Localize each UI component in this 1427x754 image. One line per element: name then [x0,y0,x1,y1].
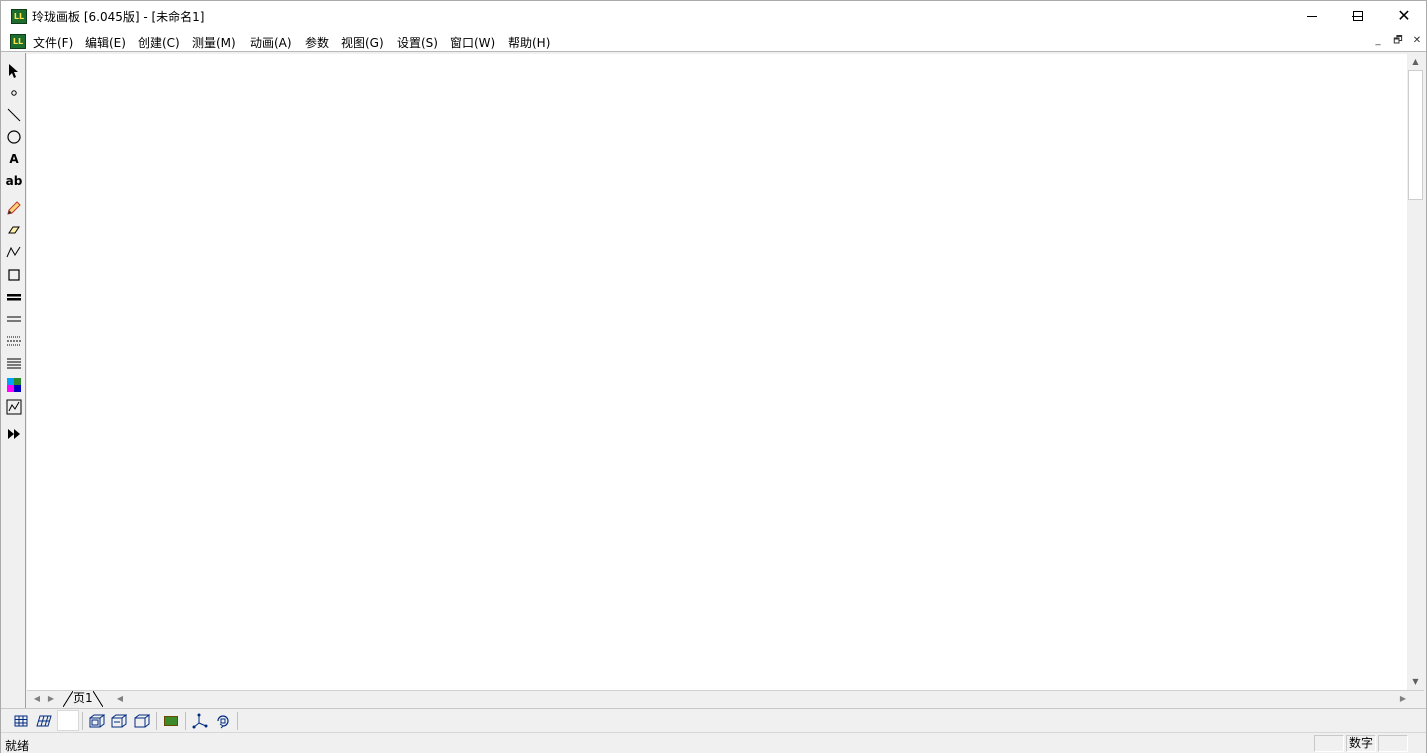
menu-help[interactable]: 帮助(H) [508,34,550,51]
line-icon[interactable] [3,105,25,125]
drawing-canvas[interactable] [27,54,1407,690]
horizontal-scrollbar[interactable] [127,692,1397,706]
multi-line-icon[interactable] [3,353,25,373]
status-pane-num: 数字 [1346,735,1376,752]
menu-bar: LL 文件(F) 编辑(E) 创建(C) 测量(M) 动画(A) 参数 视图(G… [1,31,1426,52]
toolbar-separator [185,712,186,730]
rectangle-icon[interactable] [3,265,25,285]
cube-outline-icon[interactable] [131,711,153,731]
circle-icon[interactable] [3,127,25,147]
dotted-line-icon[interactable] [3,331,25,351]
maximize-button[interactable] [1335,1,1381,31]
title-bar[interactable]: LL 玲珑画板 [6.045版] - [未命名1] [1,1,1426,31]
toolbar-separator [156,712,157,730]
scroll-down-icon[interactable]: ▼ [1407,674,1424,690]
vertical-scroll-thumb[interactable] [1408,70,1423,200]
menu-animate[interactable]: 动画(A) [250,34,292,51]
window-title: 玲珑画板 [6.045版] - [未命名1] [32,10,205,24]
vertical-scrollbar[interactable]: ▲ ▼ [1407,54,1424,690]
app-logo-icon: LL [11,9,27,24]
eraser-icon[interactable] [3,220,25,240]
minimize-button[interactable] [1289,1,1335,31]
close-button[interactable]: ✕ [1381,1,1427,31]
tool-palette: A ab [1,53,26,730]
color-palette-icon[interactable] [3,375,25,395]
mdi-minimize-button[interactable]: _ [1370,34,1386,48]
bottom-toolbar [1,708,1426,732]
parallelogram-grid-icon[interactable] [33,711,55,731]
thin-line-icon[interactable] [3,309,25,329]
menu-file[interactable]: 文件(F) [33,34,73,51]
cube-front-icon[interactable] [86,711,108,731]
axes-3d-icon[interactable] [189,711,211,731]
point-icon[interactable] [3,83,25,103]
app-window: LL 玲珑画板 [6.045版] - [未命名1] ✕ LL 文件(F) 编辑(… [0,0,1427,753]
tab-next-icon[interactable]: ▶ [45,692,57,706]
tab-page-1[interactable]: 页1 [63,691,103,707]
page-tab-bar: ◀ ▶ 页1 ◀ ▶ [27,690,1424,707]
maximize-icon [1353,11,1363,21]
scroll-left-icon[interactable]: ◀ [114,692,126,706]
status-bar: 就绪 数字 [1,732,1426,753]
graph-icon[interactable] [3,397,25,417]
mdi-restore-button[interactable]: 🗗 [1390,34,1406,48]
menu-window[interactable]: 窗口(W) [450,34,495,51]
cube-side-icon[interactable] [108,711,130,731]
toolbar-separator [237,712,238,730]
blank-button[interactable] [57,710,79,731]
menu-create[interactable]: 创建(C) [138,34,180,51]
fast-forward-icon[interactable] [3,424,25,444]
scroll-up-icon[interactable]: ▲ [1407,54,1424,70]
close-icon: ✕ [1397,6,1411,25]
menu-edit[interactable]: 编辑(E) [85,34,126,51]
document-icon[interactable]: LL [10,34,26,49]
text-ab-icon[interactable]: ab [3,171,25,191]
mdi-close-button[interactable]: ✕ [1409,34,1425,48]
freehand-curve-icon[interactable] [3,242,25,262]
menu-view[interactable]: 视图(G) [341,34,384,51]
select-arrow-icon[interactable] [3,61,25,81]
thick-line-icon[interactable] [3,287,25,307]
green-rect-icon[interactable] [160,711,182,731]
menu-params[interactable]: 参数 [305,34,329,51]
tab-first-icon[interactable]: ◀ [31,692,43,706]
menu-measure[interactable]: 测量(M) [192,34,236,51]
status-message: 就绪 [5,739,30,753]
scroll-right-icon[interactable]: ▶ [1397,692,1409,706]
pencil-icon[interactable] [3,198,25,218]
rotate-3d-icon[interactable] [212,711,234,731]
status-pane-caps [1314,735,1344,752]
text-A-icon[interactable]: A [3,149,25,169]
minimize-icon [1307,15,1317,17]
status-pane-scroll [1378,735,1408,752]
menu-settings[interactable]: 设置(S) [397,34,438,51]
toolbar-separator [82,712,83,730]
grid-icon[interactable] [10,711,32,731]
